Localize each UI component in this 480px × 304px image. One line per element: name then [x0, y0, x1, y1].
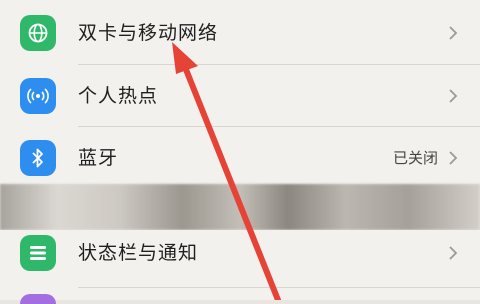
- settings-group-display: 状态栏与通知: [0, 230, 480, 304]
- app-icon-partial: [20, 294, 56, 304]
- settings-item-label: 双卡与移动网络: [78, 22, 219, 44]
- settings-item-label: 个人热点: [78, 85, 159, 107]
- bluetooth-status: 已关闭: [392, 149, 438, 167]
- chevron-right-icon: [448, 127, 458, 189]
- settings-item-status-bar-notifications[interactable]: 状态栏与通知: [0, 222, 480, 284]
- hotspot-icon: [20, 78, 56, 114]
- chevron-right-icon: [448, 2, 458, 64]
- settings-group-network: 双卡与移动网络 个人热点 蓝牙 已关闭: [0, 0, 480, 184]
- globe-icon: [20, 15, 56, 51]
- divider: [78, 287, 480, 288]
- settings-item-bluetooth[interactable]: 蓝牙 已关闭: [0, 127, 480, 189]
- settings-item-personal-hotspot[interactable]: 个人热点: [0, 65, 480, 127]
- chevron-right-icon: [448, 65, 458, 127]
- bluetooth-icon: [20, 140, 56, 176]
- status-bar-icon: [20, 235, 56, 271]
- settings-item-label: 蓝牙: [78, 147, 119, 169]
- chevron-right-icon: [448, 222, 458, 284]
- settings-item-dual-sim-mobile-network[interactable]: 双卡与移动网络: [0, 2, 480, 64]
- settings-item-label: 状态栏与通知: [78, 242, 199, 264]
